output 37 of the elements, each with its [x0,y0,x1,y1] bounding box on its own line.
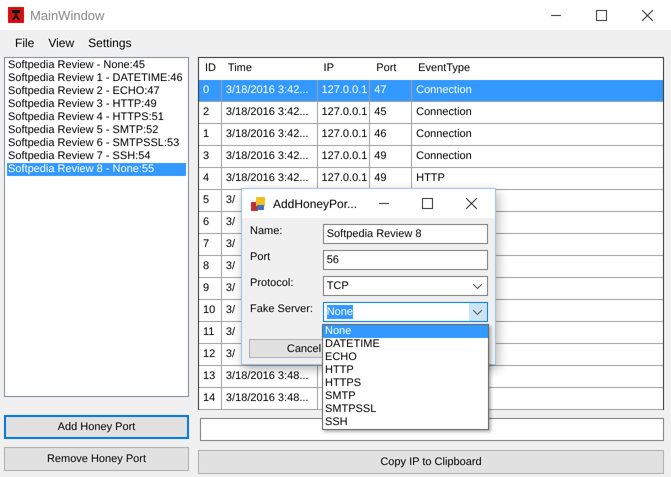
table-cell: 3/18/2016 3:42... [222,146,318,167]
window-title: MainWindow [30,8,104,22]
table-cell: 7 [199,234,222,255]
table-cell: 2 [199,102,222,123]
table-cell: 46 [370,124,412,145]
table-cell: 47 [370,80,412,101]
table-cell: 127.0.0.1 [318,80,370,101]
table-cell: 14 [199,388,222,409]
table-cell: 11 [199,322,222,343]
table-cell: 9 [199,278,222,299]
table-cell: 3 [199,146,222,167]
table-cell: 3/18/2016 3:48... [222,366,318,387]
table-cell: 1 [199,124,222,145]
table-cell: 3/18/2016 3:48... [222,388,318,409]
table-cell: 49 [370,146,412,167]
table-cell: 3/18/2016 3:42... [222,124,318,145]
table-cell: 12 [199,344,222,365]
table-cell: 127.0.0.1 [318,146,370,167]
table-cell: 127.0.0.1 [318,102,370,123]
table-cell: 127.0.0.1 [318,124,370,145]
table-cell: 13 [199,366,222,387]
table-cell-text: Connection [415,149,473,164]
table-cell: 4 [199,168,222,189]
table-cell: 8 [199,256,222,277]
table-cell: 10 [199,300,222,321]
table-cell-text: Connection [415,105,473,120]
table-cell: 5 [199,190,222,211]
table-cell: 3/18/2016 3:42... [222,80,318,101]
field-label: Protocol: [250,276,294,291]
table-cell: 0 [199,80,222,101]
table-cell-text: Connection [415,83,473,98]
table-cell-text: HTTP [415,171,446,186]
table-cell: 6 [199,212,222,233]
table-cell: 45 [370,102,412,123]
field-label: Fake Server: [250,302,314,317]
table-cell-text: Connection [415,127,473,142]
table-cell: 3/18/2016 3:42... [222,102,318,123]
